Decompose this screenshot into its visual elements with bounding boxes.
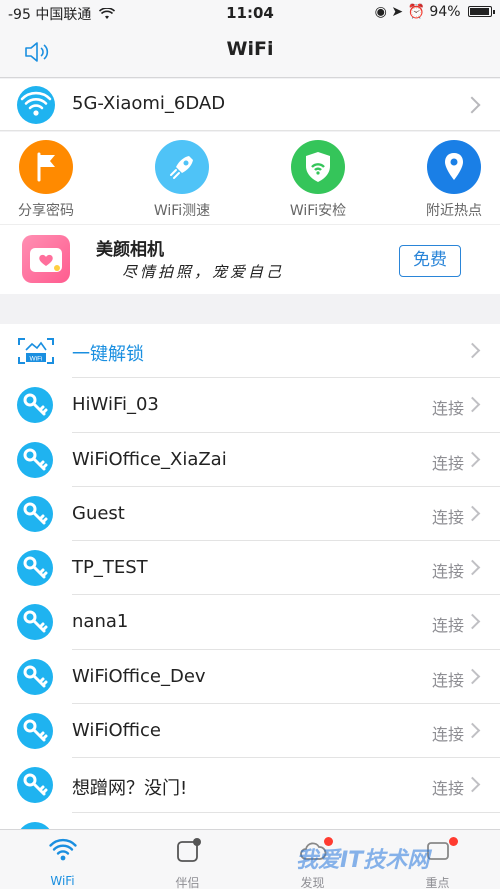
chevron-right-icon [464, 614, 481, 630]
network-name: WiFiOffice [72, 720, 161, 742]
connect-button[interactable]: 连接 [432, 395, 464, 419]
connect-button[interactable]: 连接 [432, 558, 464, 582]
one-key-unlock-row[interactable]: WiFi 一键解锁 [0, 324, 500, 379]
key-icon [17, 658, 53, 695]
tab-label: 伴侣 [175, 876, 200, 889]
key-icon [17, 550, 53, 587]
connected-ssid: 5G-Xiaomi_6DAD [72, 93, 226, 114]
network-row[interactable]: TP_TEST 连接 [0, 541, 500, 596]
key-icon [17, 767, 53, 804]
network-name: nana1 [72, 611, 129, 633]
chevron-right-icon [463, 96, 481, 114]
network-row[interactable]: WiFiOffice 连接 [0, 704, 500, 759]
connect-button[interactable]: 连接 [432, 721, 464, 745]
chevron-right-icon [464, 451, 481, 467]
connected-network-row[interactable]: 5G-Xiaomi_6DAD [0, 79, 500, 131]
tab-label: 重点 [425, 876, 450, 889]
network-row-partial[interactable] [0, 813, 500, 829]
tab-label: 发现 [300, 876, 325, 889]
location-icon: ➤ [391, 4, 404, 20]
rocket-icon [155, 140, 209, 194]
network-list: WiFi 一键解锁 HiWiFi_03 连接 WiFiOffice_XiaZai… [0, 324, 500, 829]
network-name: WiFiOffice_Dev [72, 665, 206, 687]
chevron-right-icon [464, 505, 481, 522]
ad-slogan: 尽情拍照，宠爱自己 [122, 263, 285, 281]
key-icon [17, 821, 53, 829]
chevron-right-icon [464, 777, 481, 793]
key-icon [17, 441, 53, 478]
tool-nearby-hotspots[interactable]: 附近热点 [404, 140, 500, 220]
network-row[interactable]: HiWiFi_03 连接 [0, 378, 500, 433]
network-name: WiFiOffice_XiaZai [72, 448, 227, 470]
network-row[interactable]: 想蹭网？没门! 连接 [0, 758, 500, 813]
key-icon [17, 387, 53, 424]
network-name: 想蹭网？没门! [72, 778, 188, 800]
tool-share-password[interactable]: 分享密码 [0, 140, 96, 220]
wifi-icon [17, 86, 55, 124]
battery-icon [468, 6, 495, 17]
connect-button[interactable]: 连接 [432, 450, 464, 474]
free-button[interactable]: 免费 [399, 245, 461, 277]
ad-banner[interactable]: 美颜相机 尽情拍照，宠爱自己 免费 [0, 224, 500, 294]
tool-speed-test[interactable]: WiFi测速 [132, 140, 232, 220]
tool-grid: 分享密码 WiFi测速 WiFi安检 附近热点 [0, 132, 500, 224]
chevron-right-icon [464, 559, 481, 576]
network-name: HiWiFi_03 [72, 394, 159, 416]
network-row[interactable]: WiFiOffice_XiaZai 连接 [0, 433, 500, 488]
chevron-right-icon [464, 397, 481, 413]
key-icon [17, 495, 53, 532]
unlock-label: 一键解锁 [72, 344, 144, 365]
network-row[interactable]: Guest 连接 [0, 487, 500, 542]
chevron-right-icon [464, 722, 481, 739]
scan-wifi-icon: WiFi [18, 338, 54, 364]
tab-wifi[interactable]: WiFi [0, 836, 125, 888]
tool-label: WiFi测速 [153, 203, 211, 219]
camera-app-icon [22, 235, 70, 283]
alarm-icon: ⏰ [407, 4, 425, 20]
watermark-text: 我爱IT技术网 [296, 848, 430, 873]
key-icon [17, 604, 53, 641]
svg-text:WiFi: WiFi [30, 356, 43, 363]
chevron-right-icon [464, 668, 481, 685]
network-row[interactable]: WiFiOffice_Dev 连接 [0, 650, 500, 705]
tool-label: WiFi安检 [289, 203, 347, 219]
location-pin-icon [427, 140, 481, 194]
network-name: Guest [72, 502, 125, 524]
page-title: WiFi [226, 38, 274, 60]
shield-icon [291, 140, 345, 194]
connect-button[interactable]: 连接 [432, 775, 464, 799]
tool-label: 分享密码 [18, 203, 74, 219]
companion-tab-icon [176, 838, 201, 862]
battery-percent: 94% [429, 4, 461, 20]
connect-button[interactable]: 连接 [432, 667, 464, 691]
tab-label: WiFi [50, 874, 75, 888]
status-bar: -95 中国联通 11:04 ◉ ➤ ⏰ 94% [0, 0, 500, 26]
nav-bar: WiFi [0, 26, 500, 78]
tool-security-check[interactable]: WiFi安检 [268, 140, 368, 220]
tool-label: 附近热点 [426, 203, 482, 219]
flag-icon [19, 140, 73, 194]
key-icon [17, 713, 53, 750]
network-name: TP_TEST [72, 557, 148, 579]
status-right: ◉ ➤ ⏰ 94% [374, 4, 495, 20]
notification-dot [449, 837, 458, 846]
connect-button[interactable]: 连接 [432, 504, 464, 528]
network-row[interactable]: nana1 连接 [0, 595, 500, 651]
connect-button[interactable]: 连接 [432, 612, 464, 636]
ad-app-name: 美颜相机 [96, 240, 164, 260]
orientation-lock-icon: ◉ [374, 4, 387, 20]
wifi-tab-icon [48, 838, 77, 861]
chevron-right-icon [464, 342, 481, 359]
tab-companion[interactable]: 伴侣 [125, 836, 250, 889]
